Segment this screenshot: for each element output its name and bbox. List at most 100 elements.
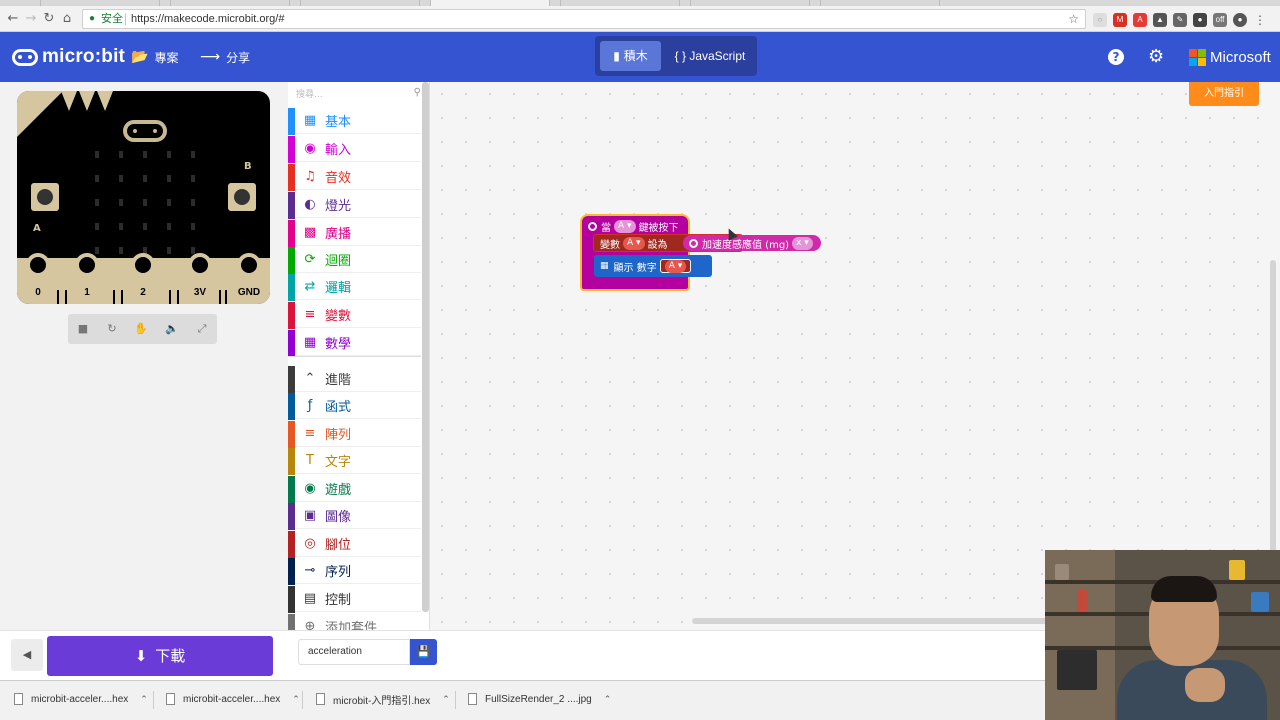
- category-basic[interactable]: ▦ 基本: [288, 108, 421, 135]
- save-icon[interactable]: 💾: [410, 639, 437, 665]
- getting-started-button[interactable]: 入門指引: [1189, 82, 1259, 106]
- chevron-up-icon[interactable]: ⌃: [140, 694, 148, 705]
- on-button-pressed-block[interactable]: 當 A ▾ 鍵被按下: [580, 214, 690, 291]
- workspace-vertical-scrollbar[interactable]: [1270, 260, 1276, 570]
- bookmark-star-icon[interactable]: ☆: [1068, 10, 1079, 28]
- extension-icon[interactable]: ○: [1093, 13, 1107, 27]
- download-item[interactable]: microbit-acceler....hex ⌃: [14, 689, 148, 709]
- category-functions[interactable]: ƒ 函式: [288, 393, 421, 420]
- acceleration-block[interactable]: 加速度感應值 (mg) x ▾: [683, 235, 821, 251]
- chevron-up-icon[interactable]: ⌃: [292, 694, 300, 705]
- pin-2[interactable]: [131, 253, 155, 277]
- category-radio[interactable]: ▩ 廣播: [288, 220, 421, 247]
- connector-strip: [225, 290, 227, 304]
- variable-dropdown[interactable]: A ▾: [623, 236, 645, 250]
- category-input[interactable]: ◉ 輸入: [288, 136, 421, 163]
- chevron-up-icon[interactable]: ⌃: [442, 694, 450, 705]
- category-images[interactable]: ▣ 圖像: [288, 503, 421, 530]
- back-icon[interactable]: ←: [4, 10, 22, 28]
- projects-button[interactable]: 📂 專案: [131, 48, 178, 66]
- microbit-board[interactable]: A B 0 1 2 3V GND: [17, 91, 270, 304]
- button-a[interactable]: [31, 183, 59, 211]
- category-logic[interactable]: ⇄ 邏輯: [288, 274, 421, 301]
- collapse-simulator-button[interactable]: ◀: [11, 639, 43, 671]
- variable-reporter-dropdown[interactable]: A ▾: [664, 259, 687, 273]
- category-control[interactable]: ▤ 控制: [288, 586, 421, 613]
- button-b-label: B: [244, 161, 252, 172]
- category-extensions[interactable]: ⊕ 添加套件: [288, 614, 421, 630]
- pin-label: 1: [84, 287, 90, 298]
- button-dropdown[interactable]: A ▾: [614, 220, 636, 233]
- download-item[interactable]: microbit-acceler....hex ⌃: [166, 689, 300, 709]
- download-item[interactable]: FullSizeRender_2 ....jpg ⌃: [468, 689, 611, 709]
- pin-1[interactable]: [75, 253, 99, 277]
- array-icon: ≡: [304, 426, 316, 441]
- share-button[interactable]: ⟶ 分享: [200, 48, 250, 66]
- toolbox-search-input[interactable]: 搜尋... ⚲: [296, 87, 421, 103]
- category-music[interactable]: ♫ 音效: [288, 164, 421, 191]
- menu-icon[interactable]: ⋮: [1253, 13, 1267, 27]
- profile-extension-icon[interactable]: ●: [1233, 13, 1247, 27]
- blocks-mode-button[interactable]: ▮ 積木: [600, 41, 661, 71]
- category-variables[interactable]: ≡ 變數: [288, 302, 421, 329]
- javascript-mode-button[interactable]: { } JavaScript: [667, 41, 753, 71]
- microbit-logo[interactable]: micro:bit: [12, 45, 125, 69]
- divider: [455, 691, 456, 709]
- download-item[interactable]: microbit-入門指引.hex ⌃: [316, 689, 450, 709]
- gear-icon[interactable]: ⚙: [1148, 46, 1164, 67]
- webcam-object: [1057, 650, 1097, 690]
- category-pins[interactable]: ◎ 腳位: [288, 531, 421, 558]
- pin-3v[interactable]: [188, 253, 212, 277]
- shield-extension-icon[interactable]: ▲: [1153, 13, 1167, 27]
- help-icon[interactable]: ?: [1108, 49, 1124, 65]
- category-arrays[interactable]: ≡ 陣列: [288, 421, 421, 448]
- variable-reporter[interactable]: A ▾: [659, 259, 692, 273]
- pin-0[interactable]: [26, 253, 50, 277]
- set-label: 變數: [600, 239, 620, 251]
- restart-icon[interactable]: ↻: [104, 321, 120, 337]
- led: [191, 199, 195, 206]
- category-label: 邏輯: [325, 281, 352, 296]
- mute-icon[interactable]: 🔈: [164, 321, 180, 337]
- category-loops[interactable]: ⟳ 迴圈: [288, 247, 421, 274]
- pen-extension-icon[interactable]: ✎: [1173, 13, 1187, 27]
- toolbox-scrollbar[interactable]: [422, 82, 429, 612]
- category-math[interactable]: ▦ 數學: [288, 330, 421, 357]
- category-label: 進階: [325, 373, 352, 388]
- blocks-label: 積木: [623, 49, 648, 63]
- category-serial[interactable]: ⊸ 序列: [288, 558, 421, 585]
- chat-extension-icon[interactable]: ●: [1193, 13, 1207, 27]
- category-led[interactable]: ◐ 燈光: [288, 192, 421, 219]
- project-name-input[interactable]: acceleration: [298, 639, 410, 665]
- category-game[interactable]: ◉ 遊戲: [288, 476, 421, 503]
- category-text[interactable]: T 文字: [288, 448, 421, 475]
- off-extension-icon[interactable]: off: [1213, 13, 1227, 27]
- address-bar[interactable]: ● 安全 https://makecode.microbit.org/# ☆: [82, 9, 1086, 29]
- adblock-extension-icon[interactable]: A: [1133, 13, 1147, 27]
- microsoft-logo[interactable]: Microsoft: [1189, 49, 1271, 66]
- forward-icon[interactable]: →: [22, 10, 40, 28]
- workspace-horizontal-scrollbar[interactable]: [692, 618, 1052, 624]
- blocks-workspace[interactable]: 入門指引 當 A ▾ 鍵被按下 變數 A ▾ 設為 加速度感應值 (mg) x …: [430, 82, 1280, 630]
- fullscreen-icon[interactable]: ⤢: [194, 321, 210, 337]
- set-to-label: 設為: [647, 239, 668, 251]
- category-label: 序列: [325, 565, 352, 580]
- led: [119, 223, 123, 230]
- category-label: 添加套件: [325, 621, 378, 630]
- pin-label: 2: [140, 287, 146, 298]
- button-b[interactable]: [228, 183, 256, 211]
- stop-icon[interactable]: ■: [75, 321, 91, 337]
- chevron-up-icon[interactable]: ⌃: [604, 694, 612, 705]
- slowmo-icon[interactable]: ✋: [133, 321, 149, 337]
- gmail-extension-icon[interactable]: M: [1113, 13, 1127, 27]
- reload-icon[interactable]: ↻: [40, 10, 58, 28]
- category-advanced[interactable]: ⌃ 進階: [288, 366, 421, 393]
- led: [95, 223, 99, 230]
- axis-dropdown[interactable]: x ▾: [792, 236, 813, 250]
- download-button[interactable]: ⬇ 下載: [47, 636, 273, 676]
- microbit-logo-icon: [12, 48, 38, 66]
- pin-gnd[interactable]: [237, 253, 261, 277]
- home-icon[interactable]: ⌂: [58, 10, 76, 28]
- show-number-block[interactable]: ▦ 顯示 數字 A ▾: [594, 255, 712, 277]
- category-color-bar: [288, 274, 295, 301]
